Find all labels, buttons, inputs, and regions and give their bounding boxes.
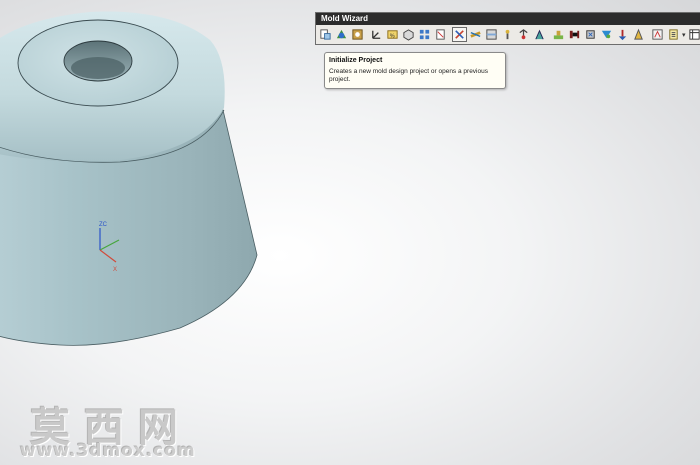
hole-inner-shadow <box>71 57 125 79</box>
toolbar-title[interactable]: Mold Wizard <box>316 13 700 25</box>
ejector-pin-icon[interactable] <box>516 27 531 42</box>
shrinkage-icon[interactable]: % <box>385 27 400 42</box>
workpiece-icon[interactable] <box>401 27 416 42</box>
sub-insert-icon[interactable] <box>567 27 582 42</box>
family-mold-icon[interactable] <box>350 27 365 42</box>
parting-icon[interactable] <box>468 27 483 42</box>
gate-icon[interactable] <box>583 27 598 42</box>
svg-text:%: % <box>390 33 395 39</box>
moldbase-icon[interactable] <box>484 27 499 42</box>
ejector-trim-icon[interactable] <box>532 27 547 42</box>
svg-text:ZC: ZC <box>99 222 108 228</box>
bom-icon[interactable] <box>687 27 700 42</box>
tooltip-title: Initialize Project <box>329 57 383 64</box>
project-create-icon[interactable] <box>318 27 333 42</box>
mold-wizard-toolbar: Mold Wizard % ▾ <box>315 12 700 45</box>
mold-tools-icon[interactable] <box>452 27 467 42</box>
toolbar-icon-row: % ▾ <box>316 25 700 44</box>
multi-body-icon[interactable] <box>433 27 448 42</box>
svg-text:X: X <box>113 267 117 273</box>
tooltip-description: Creates a new mold design project or ope… <box>329 68 488 83</box>
trim-tools-icon[interactable] <box>650 27 665 42</box>
slider-lifter-icon[interactable] <box>551 27 566 42</box>
cooling-icon[interactable] <box>615 27 630 42</box>
layout-icon[interactable] <box>417 27 432 42</box>
standard-part-icon[interactable] <box>500 27 515 42</box>
watermark-url: www.3dmox.com <box>20 441 196 461</box>
mold-csys-icon[interactable] <box>369 27 384 42</box>
initialize-project-icon[interactable] <box>334 27 349 42</box>
runner-icon[interactable] <box>599 27 614 42</box>
chevron-down-icon[interactable]: ▾ <box>682 31 686 39</box>
tooltip: Initialize Project Creates a new mold de… <box>324 52 506 89</box>
pocket-icon[interactable] <box>666 27 681 42</box>
electrode-icon[interactable] <box>631 27 646 42</box>
